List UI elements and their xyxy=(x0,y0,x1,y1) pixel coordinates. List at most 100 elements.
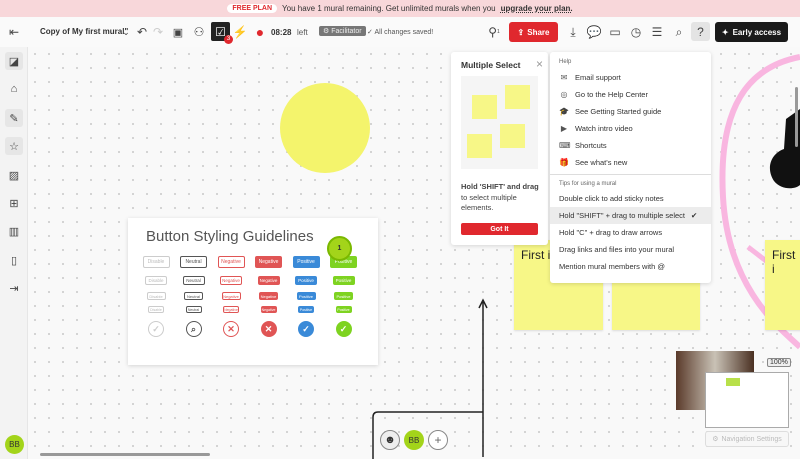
help-icon[interactable]: ? xyxy=(691,22,710,41)
participants-count: 1 xyxy=(497,29,500,35)
got-it-button[interactable]: Got It xyxy=(461,223,538,235)
menu-item-label: See what's new xyxy=(575,158,627,167)
outline-list-icon[interactable]: ☰ xyxy=(649,24,665,40)
tip-item-selected[interactable]: Hold "SHIFT" + drag to multiple select✔ xyxy=(550,207,711,224)
vertical-scrollbar[interactable] xyxy=(795,87,798,147)
banner-message: You have 1 mural remaining. Get unlimite… xyxy=(282,4,496,13)
help-heading: Help xyxy=(550,56,711,69)
checklist-icon[interactable]: ☑3 xyxy=(211,22,230,41)
activity-icon[interactable]: ◷ xyxy=(628,24,644,40)
pen-icon[interactable]: ✎ xyxy=(5,109,23,127)
mural-title[interactable]: Copy of My first mural" xyxy=(40,27,128,36)
shortcuts-item[interactable]: ⌨Shortcuts xyxy=(550,137,711,154)
guideline-button-sample: Disable xyxy=(148,306,164,313)
tip-title: Multiple Select xyxy=(461,60,521,70)
save-status: ✓ All changes saved! xyxy=(367,28,433,36)
multiple-select-tip: Multiple Select × Hold 'SHIFT' and drag … xyxy=(451,52,548,245)
help-center-item[interactable]: ◎Go to the Help Center xyxy=(550,86,711,103)
tip-item[interactable]: Hold "C" + drag to draw arrows xyxy=(550,224,711,241)
laser-pointer-icon[interactable]: ⚡ xyxy=(232,24,248,40)
table-icon[interactable]: ▥ xyxy=(5,222,23,240)
shapes-icon[interactable]: ⌂ xyxy=(5,80,23,98)
timer-icon[interactable]: ● xyxy=(252,24,268,40)
zoom-level[interactable]: 100% xyxy=(767,358,791,367)
user-avatar[interactable]: BB xyxy=(404,430,424,450)
guideline-icon-sample: ✕ xyxy=(223,321,239,337)
upgrade-link[interactable]: upgrade your plan. xyxy=(501,4,573,13)
timer-suffix: left xyxy=(297,28,308,37)
guideline-icon-sample: ✕ xyxy=(261,321,277,337)
close-icon[interactable]: × xyxy=(536,57,543,71)
menu-item-label: Go to the Help Center xyxy=(575,90,648,99)
yellow-circle-shape[interactable] xyxy=(280,83,370,173)
guideline-button-sample: Disable xyxy=(147,292,166,300)
library-icon[interactable]: ▯ xyxy=(5,251,23,269)
button-guidelines-image[interactable]: Button Styling Guidelines DisableDisable… xyxy=(128,218,378,365)
horizontal-scrollbar[interactable] xyxy=(40,453,210,456)
upgrade-banner: FREE PLAN You have 1 mural remaining. Ge… xyxy=(0,0,800,17)
guideline-icon-sample: ⌕ xyxy=(186,321,202,337)
import-icon[interactable]: ⇥ xyxy=(5,279,23,297)
add-collaborator-icon[interactable]: + xyxy=(428,430,448,450)
keyboard-icon: ⌨ xyxy=(559,141,569,150)
reaction-icon[interactable]: ☻ xyxy=(380,430,400,450)
guideline-button-sample: Negative xyxy=(261,306,277,313)
tip-body: to select multiple elements. xyxy=(461,193,517,213)
minimap-viewport[interactable] xyxy=(705,372,789,428)
sticky-note[interactable]: First i xyxy=(765,240,800,330)
sparkle-icon: ✦ xyxy=(722,28,729,37)
download-icon[interactable]: ⤓ xyxy=(565,24,581,40)
tip-item[interactable]: Mention mural members with @ xyxy=(550,258,711,275)
email-support-item[interactable]: ✉Email support xyxy=(550,69,711,86)
tip-item[interactable]: Drag links and files into your mural xyxy=(550,241,711,258)
tip-bold: Hold 'SHIFT' and drag xyxy=(461,182,539,191)
participants-icon[interactable]: ⚲1 xyxy=(486,24,502,40)
facilitator-badge[interactable]: ⚙ Facilitator xyxy=(319,26,366,36)
menu-divider xyxy=(550,174,711,175)
comment-icon[interactable]: ▭ xyxy=(607,24,623,40)
menu-item-label: Mention mural members with @ xyxy=(559,262,665,271)
outline-icon[interactable]: ▣ xyxy=(170,24,186,40)
sticky-illustration xyxy=(472,95,497,119)
guideline-button-sample: Positive xyxy=(298,306,314,313)
whats-new-item[interactable]: 🎁See what's new xyxy=(550,154,711,171)
image-icon[interactable]: ▨ xyxy=(5,166,23,184)
navigation-settings-button[interactable]: ⚙ Navigation Settings xyxy=(705,431,789,447)
guideline-icon-sample: ✓ xyxy=(148,321,164,337)
exit-icon[interactable]: ⇤ xyxy=(6,24,22,40)
guideline-button-sample: Positive xyxy=(297,292,316,300)
undo-icon[interactable]: ↶ xyxy=(134,24,150,40)
guideline-button-sample: Negative xyxy=(223,306,239,313)
tip-item[interactable]: Double click to add sticky notes xyxy=(550,190,711,207)
getting-started-item[interactable]: 🎓See Getting Started guide xyxy=(550,103,711,120)
menu-item-label: Drag links and files into your mural xyxy=(559,245,674,254)
guideline-button-sample: Disable xyxy=(143,256,170,268)
chevron-down-icon[interactable]: ⌄ xyxy=(118,24,134,40)
star-icon[interactable]: ☆ xyxy=(5,137,23,155)
guideline-button-sample: Negative xyxy=(259,292,278,300)
chat-icon[interactable]: 💬 xyxy=(586,24,602,40)
redo-icon[interactable]: ↷ xyxy=(150,24,166,40)
guideline-button-sample: Positive xyxy=(334,292,353,300)
private-mode-icon[interactable]: ⚇ xyxy=(191,24,207,40)
menu-item-label: Email support xyxy=(575,73,621,82)
free-plan-badge: FREE PLAN xyxy=(227,4,277,13)
share-button[interactable]: ⇪ Share xyxy=(509,22,558,42)
intro-video-item[interactable]: ▶Watch intro video xyxy=(550,120,711,137)
guideline-button-sample: Positive xyxy=(295,276,317,285)
sticky-note-icon[interactable]: ◪ xyxy=(5,52,23,70)
guideline-button-sample: Neutral xyxy=(183,276,205,285)
guideline-button-sample: Negative xyxy=(218,256,245,268)
early-access-button[interactable]: ✦Early access xyxy=(715,22,788,42)
guideline-button-sample: Neutral xyxy=(180,256,207,268)
grid-icon[interactable]: ⊞ xyxy=(5,194,23,212)
navigation-settings-label: Navigation Settings xyxy=(721,436,781,443)
menu-item-label: See Getting Started guide xyxy=(575,107,661,116)
guideline-button-sample: Negative xyxy=(220,276,242,285)
search-icon[interactable]: ⌕ xyxy=(671,24,687,40)
pin-marker[interactable]: 1 xyxy=(327,236,352,261)
menu-item-label: Hold "C" + drag to draw arrows xyxy=(559,228,662,237)
guideline-button-sample: Negative xyxy=(255,256,282,268)
avatar[interactable]: BB xyxy=(5,435,24,454)
facilitator-label: Facilitator xyxy=(331,28,361,35)
